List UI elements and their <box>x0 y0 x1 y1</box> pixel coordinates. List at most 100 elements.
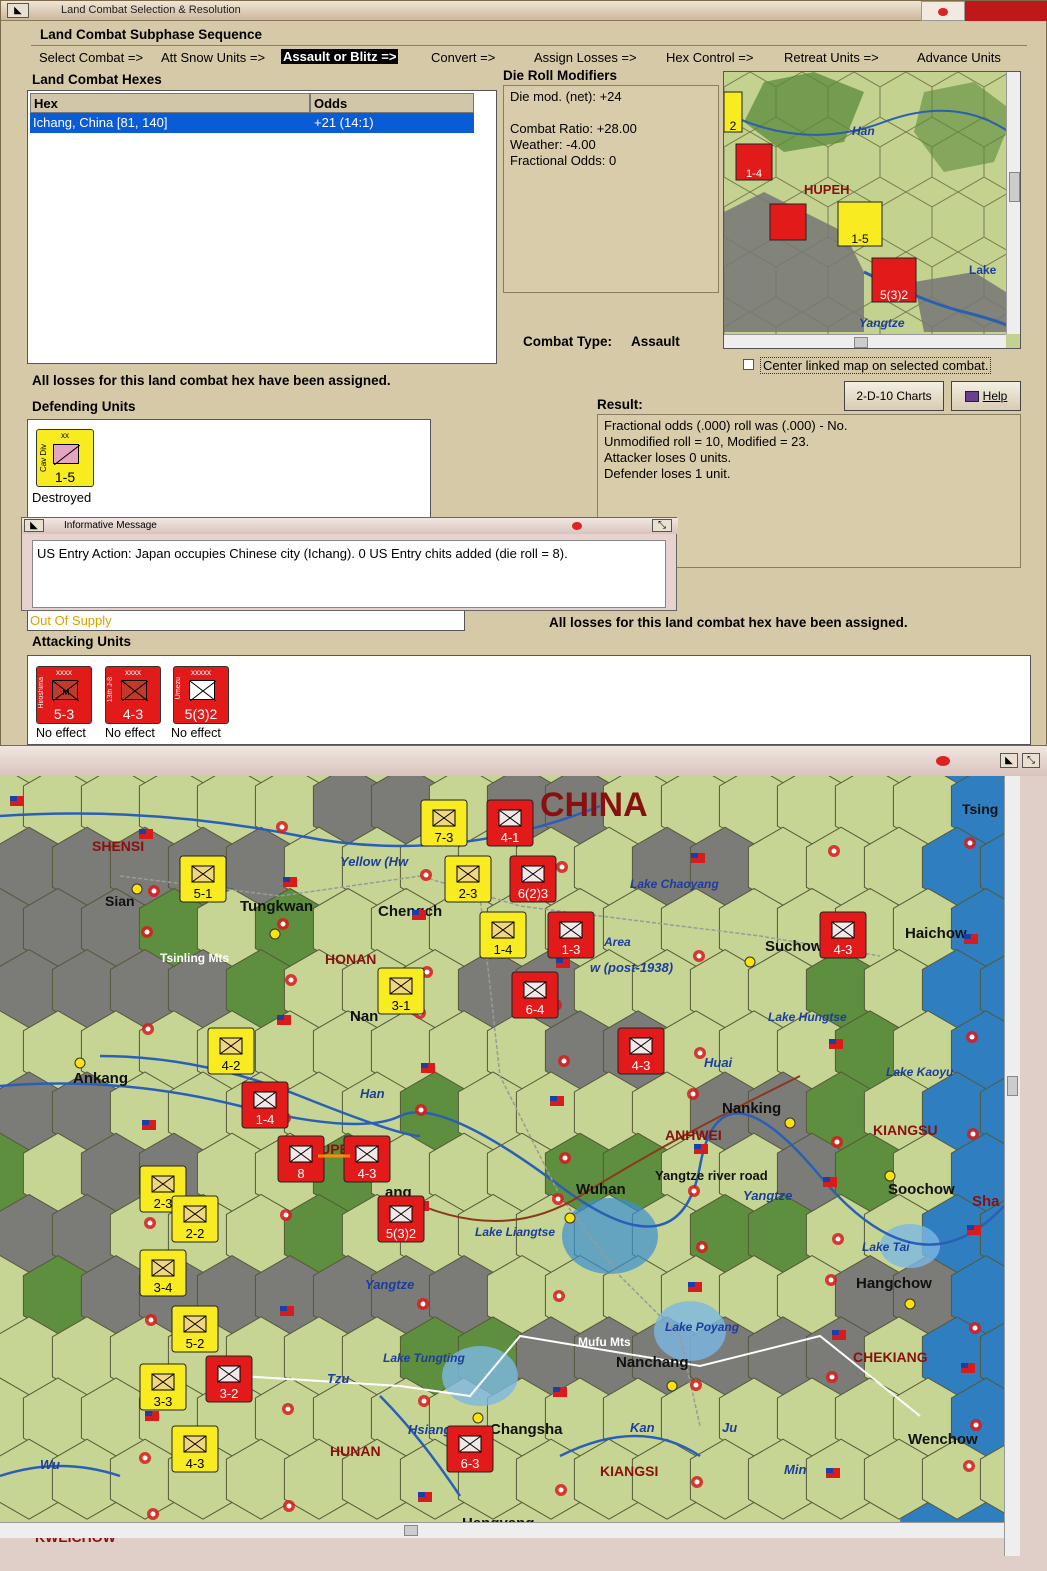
attacker-counter-2[interactable]: xxxx 13th J-8 4-3 <box>105 666 161 724</box>
city-marker[interactable] <box>744 956 756 968</box>
city-marker[interactable] <box>564 1212 576 1224</box>
map-unit-counter[interactable]: 1-3 <box>547 911 595 959</box>
minimap-h-thumb[interactable] <box>854 337 868 348</box>
city-marker[interactable] <box>884 1170 896 1182</box>
rising-sun-icon <box>147 1508 159 1520</box>
china-flag-icon <box>967 1225 981 1235</box>
minimap-vertical-scrollbar[interactable] <box>1006 72 1020 334</box>
map-unit-counter[interactable]: 6-3 <box>446 1425 494 1473</box>
map-unit-value: 1-4 <box>494 942 513 957</box>
help-button[interactable]: Help <box>951 381 1021 411</box>
defender-counter[interactable]: xx Cav Div 1-5 <box>36 429 94 487</box>
map-horizontal-scrollbar[interactable] <box>0 1522 1004 1538</box>
map-unit-counter[interactable]: 5-2 <box>171 1305 219 1353</box>
map-titlebar[interactable]: ◣ ⤡ <box>0 746 1047 776</box>
map-unit-counter[interactable]: 3-4 <box>139 1249 187 1297</box>
charts-button[interactable]: 2-D-10 Charts <box>844 381 944 411</box>
dialog-titlebar[interactable]: ◣ Land Combat Selection & Resolution <box>1 1 921 21</box>
map-unit-value: 4-2 <box>222 1058 241 1073</box>
map-unit-counter[interactable]: 8 <box>277 1135 325 1183</box>
message-system-icon[interactable]: ◣ <box>24 519 44 532</box>
map-unit-counter[interactable]: 4-3 <box>343 1135 391 1183</box>
cavalry-symbol-icon <box>53 444 81 466</box>
map-label-lake: Lake Chaoyang <box>630 877 719 891</box>
seq-advance-units[interactable]: Advance Units <box>917 50 1001 65</box>
city-marker[interactable] <box>784 1117 796 1129</box>
map-restore-icon[interactable]: ◣ <box>1000 753 1018 768</box>
map-unit-counter[interactable]: 6(2)3 <box>509 855 557 903</box>
message-resize-icon[interactable]: ⤡ <box>652 519 672 532</box>
map-unit-counter[interactable]: 4-3 <box>171 1425 219 1473</box>
system-menu-icon[interactable]: ◣ <box>7 3 29 18</box>
city-marker[interactable] <box>904 1298 916 1310</box>
combat-type-label: Combat Type: <box>523 334 613 349</box>
hex-column-header[interactable]: Hex <box>30 93 310 113</box>
rising-sun-icon <box>276 821 288 833</box>
defender-value: 1-5 <box>54 469 76 485</box>
map-label-lake: Lake Liangtse <box>475 1225 555 1239</box>
map-unit-counter[interactable]: 2-2 <box>171 1195 219 1243</box>
minimap-air-unit[interactable] <box>769 203 807 241</box>
attacker-1-size: xxxx <box>56 668 72 677</box>
city-marker[interactable] <box>666 1380 678 1392</box>
map-unit-counter[interactable]: 4-3 <box>617 1027 665 1075</box>
map-h-thumb[interactable] <box>404 1525 418 1536</box>
linked-minimap[interactable]: Han HUPEH Lake Yangtze 1-4 1-5 5(3)2 2 <box>723 71 1021 349</box>
map-unit-counter[interactable]: 3-3 <box>139 1363 187 1411</box>
map-unit-counter[interactable]: 4-2 <box>207 1027 255 1075</box>
center-linked-checkbox[interactable] <box>743 359 754 370</box>
map-unit-counter[interactable]: 4-1 <box>486 799 534 847</box>
map-maximize-icon[interactable]: ⤡ <box>1022 753 1040 768</box>
map-unit-value: 3-2 <box>220 1386 239 1401</box>
map-vertical-scrollbar[interactable] <box>1004 776 1020 1556</box>
attacker-2-value: 4-3 <box>122 706 144 722</box>
rising-sun-icon <box>283 1500 295 1512</box>
map-label-province: CHEKIANG <box>853 1349 928 1365</box>
attacker-3-name: Umezu <box>175 677 182 700</box>
map-label-city: Changsha <box>490 1421 563 1438</box>
map-unit-counter[interactable]: 6-4 <box>511 971 559 1019</box>
seq-assign-losses[interactable]: Assign Losses => <box>534 50 637 65</box>
map-label-terrain: Tsinling Mts <box>160 951 229 965</box>
attacking-units-panel: xxxx Hiroshima M 5-3 No effect xxxx 13th… <box>27 655 1031 745</box>
hex-map[interactable]: CHINA SHENSI Sian Tungkwan Chengch Yellow (Hw… <box>0 776 1004 1571</box>
map-unit-counter[interactable]: 5-1 <box>179 855 227 903</box>
map-unit-counter[interactable]: 4-3 <box>819 911 867 959</box>
center-linked-label[interactable]: Center linked map on selected combat. <box>760 357 992 374</box>
map-unit-counter[interactable]: 3-1 <box>377 967 425 1015</box>
seq-assault-or-blitz[interactable]: Assault or Blitz => <box>281 49 399 64</box>
modifier-fractional-odds: Fractional Odds: 0 <box>510 153 617 168</box>
message-titlebar[interactable]: ◣ Informative Message ⤡ <box>22 518 678 534</box>
map-v-thumb[interactable] <box>1007 1076 1018 1096</box>
city-marker[interactable] <box>472 1412 484 1424</box>
map-unit-counter[interactable]: 1-4 <box>241 1081 289 1129</box>
china-flag-icon <box>10 796 24 806</box>
city-marker[interactable] <box>269 928 281 940</box>
seq-retreat-units[interactable]: Retreat Units => <box>784 50 879 65</box>
rising-sun-icon <box>145 1314 157 1326</box>
attacker-counter-3[interactable]: xxxxx Umezu 5(3)2 <box>173 666 229 724</box>
seq-select-combat[interactable]: Select Combat => <box>39 50 143 65</box>
minimap-horizontal-scrollbar[interactable] <box>724 334 1006 348</box>
city-marker[interactable] <box>74 1057 86 1069</box>
seq-hex-control[interactable]: Hex Control => <box>666 50 753 65</box>
hex-row[interactable]: Ichang, China [81, 140] +21 (14:1) <box>30 113 474 133</box>
help-button-label: Help <box>982 389 1008 403</box>
attacker-counter-1[interactable]: xxxx Hiroshima M 5-3 <box>36 666 92 724</box>
map-unit-counter[interactable]: 5(3)2 <box>377 1195 425 1243</box>
seq-convert[interactable]: Convert => <box>431 50 495 65</box>
rising-sun-icon <box>831 1136 843 1148</box>
china-flag-icon <box>823 1177 837 1187</box>
china-flag-icon <box>964 934 978 944</box>
minimap-v-thumb[interactable] <box>1009 172 1020 202</box>
city-marker[interactable] <box>131 883 143 895</box>
map-unit-counter[interactable]: 3-2 <box>205 1355 253 1403</box>
map-unit-counter[interactable]: 1-4 <box>479 911 527 959</box>
map-unit-counter[interactable]: 2-3 <box>444 855 492 903</box>
result-line: Unmodified roll = 10, Modified = 23. <box>604 434 810 449</box>
map-unit-counter[interactable]: 7-3 <box>420 799 468 847</box>
hexes-list[interactable]: Hex Odds Ichang, China [81, 140] +21 (14… <box>27 90 497 364</box>
seq-att-snow-units[interactable]: Att Snow Units => <box>161 50 265 65</box>
china-flag-icon <box>829 1039 843 1049</box>
odds-column-header[interactable]: Odds <box>310 93 474 113</box>
